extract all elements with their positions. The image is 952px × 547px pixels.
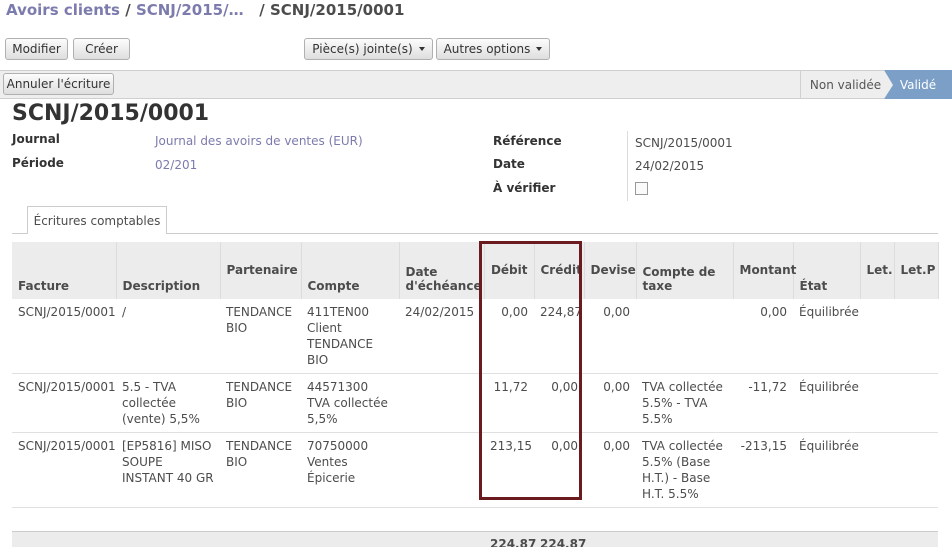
- breadcrumb-separator: /: [125, 1, 131, 19]
- column-header-partial-reconcile[interactable]: Let.P: [894, 242, 939, 299]
- column-header-amount[interactable]: Montant: [733, 242, 796, 299]
- cell-invoice: SCNJ/2015/0001: [12, 299, 116, 374]
- journal-label: Journal: [12, 132, 60, 146]
- cell-credit: 0,00: [534, 373, 584, 433]
- caret-down-icon: [418, 47, 425, 51]
- date-value: 24/02/2015: [635, 159, 705, 173]
- column-header-reconcile[interactable]: Let.: [860, 242, 895, 299]
- create-button[interactable]: Créer: [73, 38, 130, 60]
- total-debit: 224,87: [484, 531, 536, 547]
- cell-currency: 0,00: [584, 432, 636, 508]
- cell-credit: 0,00: [534, 432, 584, 508]
- journal-link[interactable]: Journal des avoirs de ventes (EUR): [155, 134, 363, 148]
- cell-due-date: [399, 432, 484, 508]
- period-label: Période: [12, 156, 64, 170]
- cell-partial-reconcile: [894, 299, 938, 374]
- attachments-dropdown[interactable]: Pièce(s) jointe(s): [304, 38, 433, 60]
- column-header-tax-account[interactable]: Compte de taxe: [636, 242, 734, 299]
- cell-state: Équilibrée: [793, 373, 860, 433]
- cell-state: Équilibrée: [793, 299, 860, 374]
- cell-debit: 0,00: [484, 299, 534, 374]
- breadcrumb-middle-link[interactable]: SCNJ/2015/…: [136, 1, 244, 19]
- cell-account: 411TEN00 Client TENDANCE BIO: [301, 299, 399, 374]
- attachments-label: Pièce(s) jointe(s): [312, 42, 413, 56]
- cell-tax-account: TVA collectée 5.5% - TVA 5.5%: [636, 373, 733, 433]
- cell-credit: 224,87: [534, 299, 584, 374]
- cell-state: Équilibrée: [793, 432, 860, 508]
- caret-down-icon: [536, 47, 543, 51]
- cell-tax-account: TVA collectée 5.5% (Base H.T.) - Base H.…: [636, 432, 733, 508]
- cell-description: /: [116, 299, 220, 374]
- cell-debit: 11,72: [484, 373, 534, 433]
- column-header-credit[interactable]: Crédit: [534, 242, 585, 299]
- field-divider: [627, 131, 628, 201]
- cancel-entry-button[interactable]: Annuler l'écriture: [3, 73, 114, 95]
- cell-invoice: SCNJ/2015/0001: [12, 373, 116, 433]
- cell-amount: -213,15: [733, 432, 793, 508]
- column-header-description[interactable]: Description: [116, 242, 221, 299]
- cell-due-date: 24/02/2015: [399, 299, 484, 374]
- reference-value: SCNJ/2015/0001: [635, 136, 733, 150]
- cell-reconcile: [860, 432, 894, 508]
- page-title: SCNJ/2015/0001: [12, 101, 210, 126]
- cell-currency: 0,00: [584, 373, 636, 433]
- totals-spacer: [584, 531, 938, 547]
- breadcrumb-current: SCNJ/2015/0001: [269, 1, 405, 19]
- breadcrumb-separator: /: [259, 1, 265, 19]
- cell-account: 70750000 Ventes Épicerie: [301, 432, 399, 508]
- table-row[interactable]: SCNJ/2015/0001 5.5 - TVA collectée (vent…: [12, 373, 938, 433]
- column-header-currency[interactable]: Devise: [584, 242, 637, 299]
- empty-cell: [12, 508, 938, 532]
- cell-currency: 0,00: [584, 299, 636, 374]
- table-row[interactable]: SCNJ/2015/0001 / TENDANCE BIO 411TEN00 C…: [12, 299, 938, 374]
- cell-description: 5.5 - TVA collectée (vente) 5,5%: [116, 373, 220, 433]
- table-row[interactable]: SCNJ/2015/0001 [EP5816] MISO SOUPE INSTA…: [12, 432, 938, 508]
- cell-partner: TENDANCE BIO: [220, 373, 301, 433]
- cell-debit: 213,15: [484, 432, 534, 508]
- to-check-label: À vérifier: [493, 181, 556, 195]
- table-empty-row: [12, 508, 938, 532]
- cell-reconcile: [860, 373, 894, 433]
- more-options-label: Autres options: [443, 42, 531, 56]
- cell-reconcile: [860, 299, 894, 374]
- cell-partner: TENDANCE BIO: [220, 432, 301, 508]
- column-header-debit[interactable]: Débit: [484, 242, 535, 299]
- breadcrumb: Avoirs clients / SCNJ/2015/… / SCNJ/2015…: [6, 1, 404, 23]
- cell-partner: TENDANCE BIO: [220, 299, 301, 374]
- cell-amount: -11,72: [733, 373, 793, 433]
- cell-tax-account: [636, 299, 733, 374]
- column-header-due-date[interactable]: Date d'échéance: [399, 242, 485, 299]
- reference-label: Référence: [493, 134, 562, 148]
- status-draft[interactable]: Non validée: [800, 70, 890, 99]
- totals-spacer: [12, 531, 484, 547]
- status-arrow-icon: [884, 70, 893, 99]
- cell-due-date: [399, 373, 484, 433]
- column-header-invoice[interactable]: Facture: [12, 242, 117, 299]
- to-check-checkbox[interactable]: [635, 182, 648, 195]
- period-link[interactable]: 02/201: [155, 158, 197, 172]
- column-header-partner[interactable]: Partenaire: [220, 242, 302, 299]
- date-label: Date: [493, 157, 525, 171]
- table-header-row: Facture Description Partenaire Compte Da…: [12, 242, 939, 299]
- breadcrumb-parent-link[interactable]: Avoirs clients: [6, 1, 120, 19]
- more-options-dropdown[interactable]: Autres options: [436, 38, 550, 60]
- journal-items-table: Facture Description Partenaire Compte Da…: [12, 242, 939, 547]
- cell-description: [EP5816] MISO SOUPE INSTANT 40 GR: [116, 432, 220, 508]
- cell-invoice: SCNJ/2015/0001: [12, 432, 116, 508]
- column-header-state[interactable]: État: [793, 242, 861, 299]
- edit-button[interactable]: Modifier: [5, 38, 68, 60]
- cell-account: 44571300 TVA collectée 5,5%: [301, 373, 399, 433]
- cell-partial-reconcile: [894, 373, 938, 433]
- table-totals-row: 224,87 224,87: [12, 531, 938, 547]
- column-header-account[interactable]: Compte: [301, 242, 400, 299]
- cell-partial-reconcile: [894, 432, 938, 508]
- total-credit: 224,87: [534, 531, 586, 547]
- cell-amount: 0,00: [733, 299, 793, 374]
- status-posted[interactable]: Validé: [884, 70, 952, 99]
- tab-journal-items[interactable]: Écritures comptables: [27, 206, 167, 234]
